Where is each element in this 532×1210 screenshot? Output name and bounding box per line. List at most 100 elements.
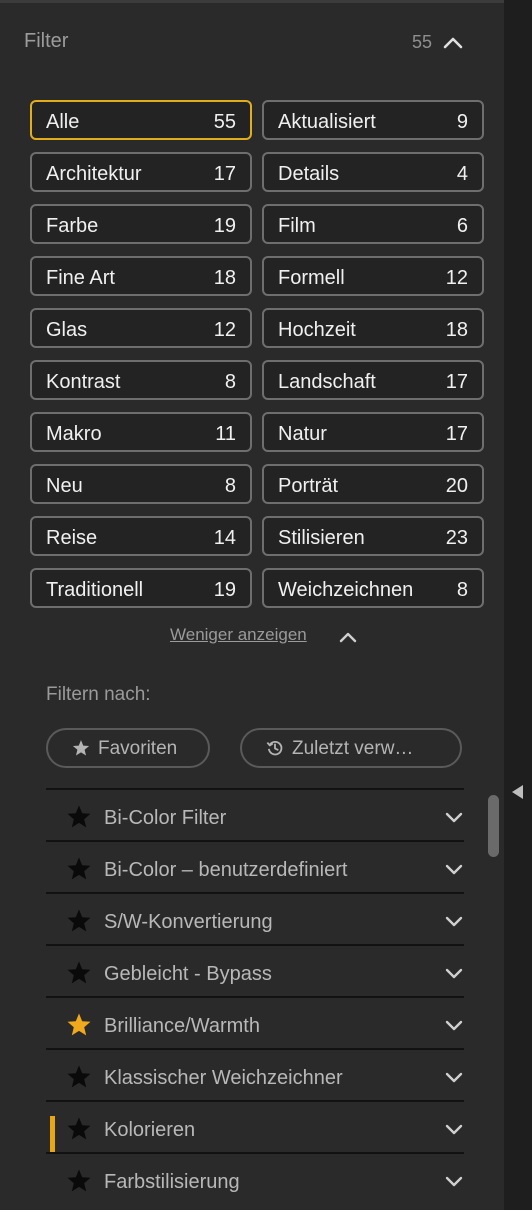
chevron-down-icon[interactable] [444,859,464,879]
category-button[interactable]: Glas 12 [30,308,252,348]
category-button[interactable]: Farbe 19 [30,204,252,244]
chevron-up-icon[interactable] [442,32,464,54]
favorite-star-icon[interactable] [66,1168,92,1194]
category-count: 8 [224,475,236,497]
chevron-down-icon[interactable] [444,1015,464,1035]
category-count: 14 [213,527,236,549]
category-button[interactable]: Reise 14 [30,516,252,556]
category-button[interactable]: Aktualisiert 9 [262,100,484,140]
filter-row[interactable]: Brilliance/Warmth [46,996,464,1050]
filter-title: Filter [24,30,69,52]
chevron-down-icon[interactable] [444,1119,464,1139]
filter-name: S/W-Konvertierung [104,911,273,933]
filter-name: Brilliance/Warmth [104,1015,260,1037]
favorite-star-icon[interactable] [66,1012,92,1038]
category-label: Architektur [46,163,142,185]
category-button[interactable]: Alle 55 [30,100,252,140]
chevron-down-icon[interactable] [444,911,464,931]
category-count: 4 [456,163,468,185]
selected-indicator [50,1116,55,1152]
filter-name: Bi-Color Filter [104,807,227,829]
chevron-down-icon[interactable] [444,807,464,827]
collapse-panel-arrow-icon[interactable] [512,785,523,799]
category-label: Reise [46,527,98,549]
category-count: 11 [215,423,236,445]
category-count: 19 [213,215,236,237]
favorite-star-icon[interactable] [66,960,92,986]
favorite-star-icon[interactable] [66,1116,92,1142]
category-button[interactable]: Details 4 [262,152,484,192]
category-button[interactable]: Neu 8 [30,464,252,504]
category-label: Kontrast [46,371,121,393]
filter-row[interactable]: Kolorieren [46,1100,464,1154]
category-count: 17 [213,163,236,185]
category-label: Neu [46,475,83,497]
filter-row[interactable]: Bi-Color Filter [46,788,464,842]
filter-row[interactable]: S/W-Konvertierung [46,892,464,946]
category-label: Film [278,215,316,237]
category-label: Formell [278,267,345,289]
category-label: Fine Art [46,267,115,289]
category-count: 23 [445,527,468,549]
category-count: 55 [213,111,236,133]
category-button[interactable]: Natur 17 [262,412,484,452]
category-button[interactable]: Architektur 17 [30,152,252,192]
filter-row[interactable]: Farbstilisierung [46,1152,464,1206]
category-button[interactable]: Stilisieren 23 [262,516,484,556]
recent-filter-button[interactable]: Zuletzt verw… [240,728,462,768]
filter-row[interactable]: Bi-Color – benutzerdefiniert [46,840,464,894]
category-count: 18 [213,267,236,289]
category-label: Farbe [46,215,99,237]
category-count: 18 [445,319,468,341]
favorite-star-icon[interactable] [66,856,92,882]
category-label: Weichzeichnen [278,579,414,601]
category-button[interactable]: Weichzeichnen 8 [262,568,484,608]
category-label: Stilisieren [278,527,365,549]
chevron-up-icon[interactable] [338,627,358,647]
category-count: 19 [213,579,236,601]
scrollbar-thumb[interactable] [488,795,499,857]
chevron-down-icon[interactable] [444,1067,464,1087]
filter-total-count: 55 [411,32,432,52]
recent-label: Zuletzt verw… [292,738,414,759]
category-label: Porträt [278,475,339,497]
favorite-star-icon[interactable] [66,1064,92,1090]
category-button[interactable]: Formell 12 [262,256,484,296]
category-button[interactable]: Kontrast 8 [30,360,252,400]
favorite-star-icon[interactable] [66,804,92,830]
category-label: Aktualisiert [278,111,376,133]
favorite-star-icon[interactable] [66,908,92,934]
category-button[interactable]: Fine Art 18 [30,256,252,296]
category-count: 17 [445,423,468,445]
show-less-link[interactable]: Weniger anzeigen [170,625,307,645]
history-icon [266,740,283,756]
category-button[interactable]: Traditionell 19 [30,568,252,608]
filter-name: Klassischer Weichzeichner [104,1067,343,1089]
category-button[interactable]: Porträt 20 [262,464,484,504]
favorites-label: Favoriten [98,738,178,759]
category-label: Natur [278,423,327,445]
filter-name: Kolorieren [104,1119,196,1141]
category-count: 12 [445,267,468,289]
category-label: Makro [46,423,102,445]
favorites-filter-button[interactable]: Favoriten [46,728,210,768]
category-button[interactable]: Landschaft 17 [262,360,484,400]
filter-row[interactable]: Gebleicht - Bypass [46,944,464,998]
category-count: 8 [456,579,468,601]
filter-name: Gebleicht - Bypass [104,963,272,985]
category-label: Landschaft [278,371,376,393]
filter-header[interactable]: Filter 55 [24,30,474,58]
category-label: Alle [46,111,80,133]
category-button[interactable]: Makro 11 [30,412,252,452]
star-icon [72,740,90,756]
category-label: Glas [46,319,88,341]
filter-name: Bi-Color – benutzerdefiniert [104,859,348,881]
filter-row[interactable]: Klassischer Weichzeichner [46,1048,464,1102]
chevron-down-icon[interactable] [444,963,464,983]
category-button[interactable]: Hochzeit 18 [262,308,484,348]
category-button[interactable]: Film 6 [262,204,484,244]
category-label: Traditionell [46,579,144,601]
top-divider [0,0,504,3]
chevron-down-icon[interactable] [444,1171,464,1191]
category-count: 6 [456,215,468,237]
